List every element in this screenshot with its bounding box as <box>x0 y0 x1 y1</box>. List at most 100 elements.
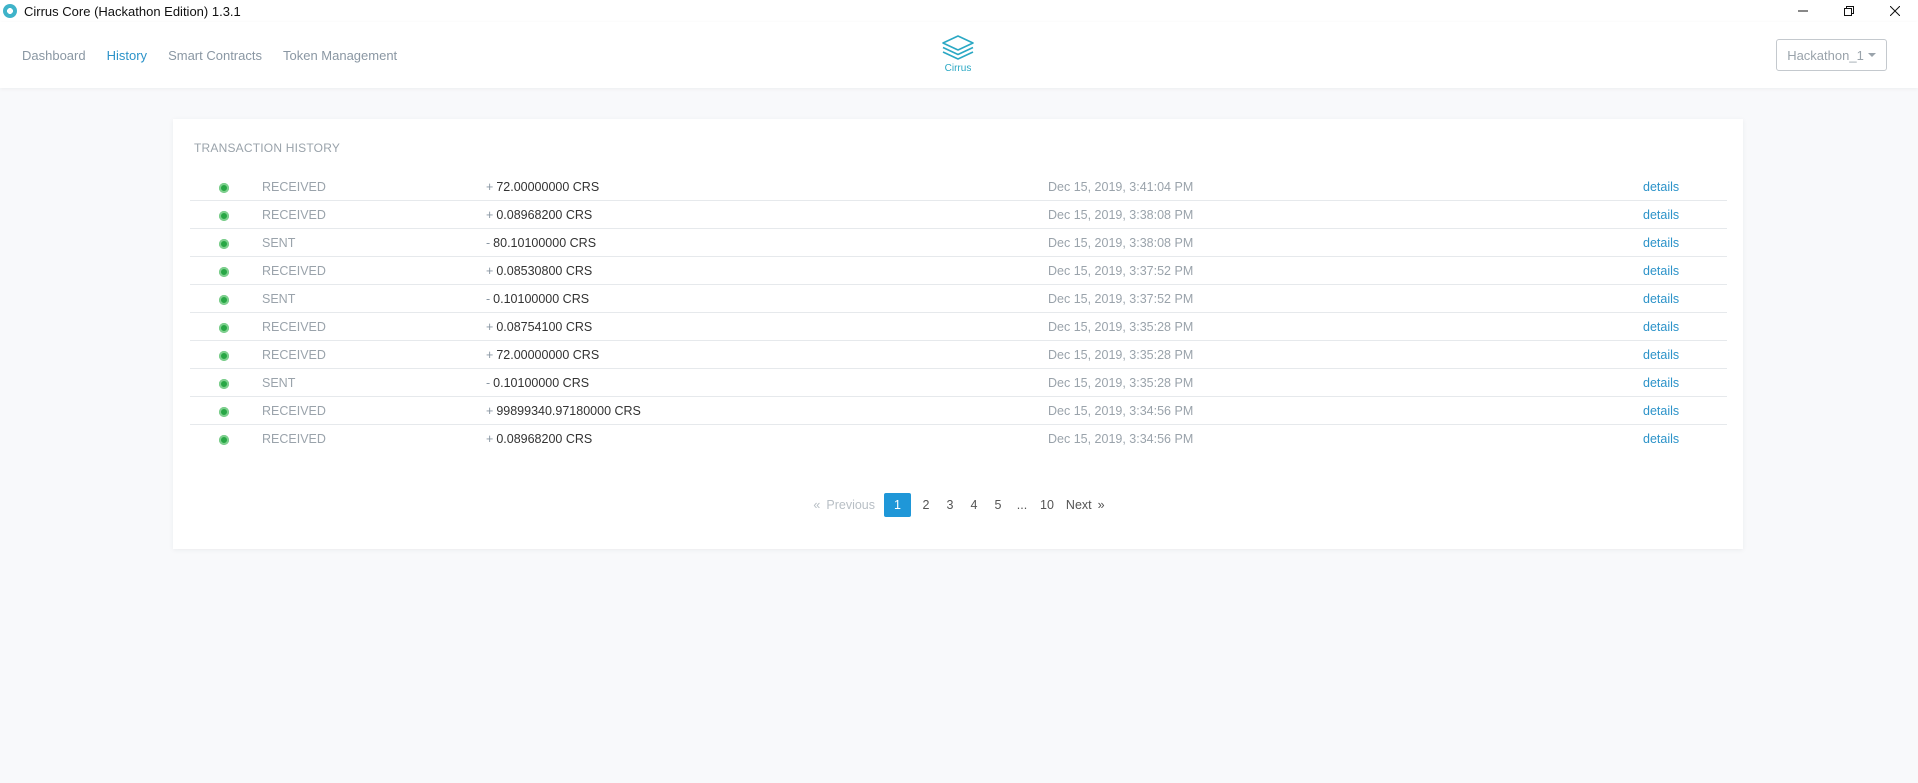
details-link[interactable]: details <box>1643 320 1679 334</box>
table-row: RECEIVED +0.08968200 CRS Dec 15, 2019, 3… <box>190 425 1727 453</box>
tx-amount: +72.00000000 CRS <box>486 180 599 194</box>
tx-sign: - <box>486 236 491 250</box>
details-link[interactable]: details <box>1643 348 1679 362</box>
tx-amount: +0.08968200 CRS <box>486 208 592 222</box>
tx-sign: + <box>486 404 494 418</box>
minimize-icon <box>1798 10 1808 12</box>
table-row: SENT -0.10100000 CRS Dec 15, 2019, 3:35:… <box>190 369 1727 397</box>
nav-token-management[interactable]: Token Management <box>283 48 397 63</box>
tx-date: Dec 15, 2019, 3:35:28 PM <box>1048 320 1194 334</box>
logo-label: Cirrus <box>944 63 972 74</box>
details-link[interactable]: details <box>1643 292 1679 306</box>
tx-date: Dec 15, 2019, 3:37:52 PM <box>1048 292 1194 306</box>
tx-amount: +0.08530800 CRS <box>486 264 592 278</box>
tx-amount-value: 0.08754100 CRS <box>496 320 593 334</box>
tx-amount: -80.10100000 CRS <box>486 236 596 250</box>
status-confirmed-icon <box>219 211 229 221</box>
tx-amount-value: 72.00000000 CRS <box>496 348 600 362</box>
status-confirmed-icon <box>219 379 229 389</box>
status-confirmed-icon <box>219 183 229 193</box>
status-confirmed-icon <box>219 323 229 333</box>
tx-sign: - <box>486 376 491 390</box>
nav-smart-contracts[interactable]: Smart Contracts <box>168 48 262 63</box>
nav-links: Dashboard History Smart Contracts Token … <box>22 22 418 88</box>
status-confirmed-icon <box>219 239 229 249</box>
page-5[interactable]: 5 <box>986 493 1010 517</box>
tx-sign: + <box>486 264 494 278</box>
tx-type: SENT <box>262 376 296 390</box>
tx-amount-value: 80.10100000 CRS <box>493 236 597 250</box>
page-1[interactable]: 1 <box>884 493 912 517</box>
previous-label: Previous <box>826 498 876 512</box>
tx-date: Dec 15, 2019, 3:35:28 PM <box>1048 376 1194 390</box>
details-link[interactable]: details <box>1643 236 1679 250</box>
nav-dashboard[interactable]: Dashboard <box>22 48 86 63</box>
chevron-double-right-icon: » <box>1097 498 1105 512</box>
tx-amount-value: 0.10100000 CRS <box>493 292 590 306</box>
table-row: RECEIVED +72.00000000 CRS Dec 15, 2019, … <box>190 341 1727 369</box>
tx-sign: + <box>486 320 494 334</box>
page-3[interactable]: 3 <box>938 493 962 517</box>
tx-type: RECEIVED <box>262 432 326 446</box>
table-row: RECEIVED +72.00000000 CRS Dec 15, 2019, … <box>190 173 1727 201</box>
page-2[interactable]: 2 <box>914 493 938 517</box>
tx-sign: + <box>486 208 494 222</box>
tx-amount: +0.08968200 CRS <box>486 432 592 446</box>
tx-type: RECEIVED <box>262 180 326 194</box>
tx-sign: + <box>486 348 494 362</box>
tx-amount-value: 0.08968200 CRS <box>496 432 593 446</box>
tx-date: Dec 15, 2019, 3:34:56 PM <box>1048 432 1194 446</box>
pagination-previous[interactable]: « Previous <box>801 493 881 517</box>
table-row: RECEIVED +99899340.97180000 CRS Dec 15, … <box>190 397 1727 425</box>
tx-date: Dec 15, 2019, 3:35:28 PM <box>1048 348 1194 362</box>
tx-date: Dec 15, 2019, 3:37:52 PM <box>1048 264 1194 278</box>
status-confirmed-icon <box>219 407 229 417</box>
close-button[interactable] <box>1872 0 1918 22</box>
tx-type: RECEIVED <box>262 264 326 278</box>
details-link[interactable]: details <box>1643 208 1679 222</box>
details-link[interactable]: details <box>1643 404 1679 418</box>
pagination-next[interactable]: Next » <box>1060 493 1117 517</box>
window-title: Cirrus Core (Hackathon Edition) 1.3.1 <box>24 3 241 19</box>
tx-date: Dec 15, 2019, 3:41:04 PM <box>1048 180 1194 194</box>
tx-type: SENT <box>262 236 296 250</box>
transaction-history-card: TRANSACTION HISTORY RECEIVED +72.0000000… <box>173 119 1743 549</box>
chevron-down-icon <box>1867 53 1876 57</box>
tx-type: RECEIVED <box>262 404 326 418</box>
nav-history[interactable]: History <box>107 48 147 63</box>
minimize-button[interactable] <box>1780 0 1826 22</box>
cirrus-layers-logo-icon <box>942 35 974 60</box>
restore-button[interactable] <box>1826 0 1872 22</box>
tx-amount: +0.08754100 CRS <box>486 320 592 334</box>
cirrus-logo: Cirrus <box>940 34 976 78</box>
details-link[interactable]: details <box>1643 180 1679 194</box>
tx-type: RECEIVED <box>262 320 326 334</box>
page-10[interactable]: 10 <box>1034 493 1060 517</box>
details-link[interactable]: details <box>1643 432 1679 446</box>
tx-sign: + <box>486 432 494 446</box>
page-4[interactable]: 4 <box>962 493 986 517</box>
tx-amount-value: 0.10100000 CRS <box>493 376 590 390</box>
window-titlebar: Cirrus Core (Hackathon Edition) 1.3.1 <box>0 0 1918 22</box>
status-confirmed-icon <box>219 435 229 445</box>
table-row: SENT -0.10100000 CRS Dec 15, 2019, 3:37:… <box>190 285 1727 313</box>
tx-amount-value: 72.00000000 CRS <box>496 180 600 194</box>
tx-type: RECEIVED <box>262 208 326 222</box>
tx-sign: - <box>486 292 491 306</box>
tx-type: SENT <box>262 292 296 306</box>
account-dropdown[interactable]: Hackathon_1 <box>1776 39 1887 71</box>
pagination: « Previous 1 2 3 4 5 ... 10 Next » <box>173 493 1743 517</box>
status-confirmed-icon <box>219 351 229 361</box>
tx-amount-value: 99899340.97180000 CRS <box>496 404 641 418</box>
card-title: TRANSACTION HISTORY <box>194 141 341 155</box>
account-name: Hackathon_1 <box>1787 47 1864 63</box>
close-icon <box>1890 6 1900 16</box>
tx-date: Dec 15, 2019, 3:38:08 PM <box>1048 236 1194 250</box>
tx-amount-value: 0.08968200 CRS <box>496 208 593 222</box>
tx-type: RECEIVED <box>262 348 326 362</box>
details-link[interactable]: details <box>1643 264 1679 278</box>
details-link[interactable]: details <box>1643 376 1679 390</box>
next-label: Next <box>1065 498 1092 512</box>
page-ellipsis: ... <box>1016 498 1028 512</box>
transaction-list: RECEIVED +72.00000000 CRS Dec 15, 2019, … <box>190 173 1727 453</box>
